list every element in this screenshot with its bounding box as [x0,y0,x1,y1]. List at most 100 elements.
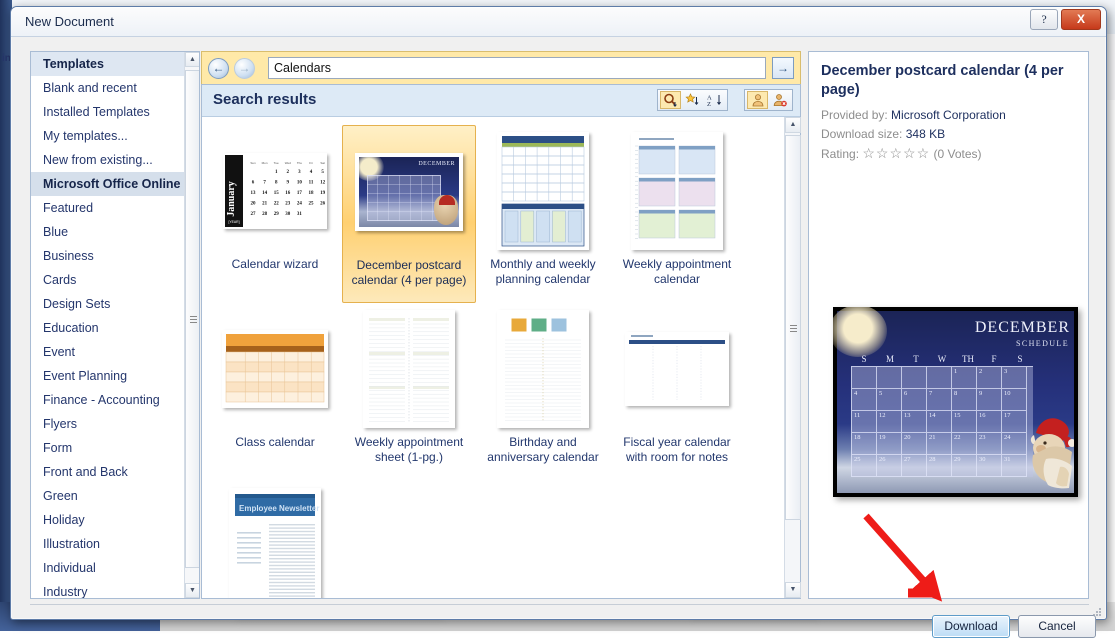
sidebar-scroll-up-icon[interactable]: ▲ [185,52,199,67]
results-scroll-down-icon[interactable]: ▼ [785,582,801,598]
template-thumbnail: January [YEAR] Sun Mon Tue Wed Thu Fri Sat 1 2 3 4 5 6… [223,131,327,251]
svg-text:Sun: Sun [250,161,256,165]
calendar-day-cell: 30 [977,455,1002,477]
search-sort-icon[interactable] [660,91,681,109]
calendar-day-cell: 7 [927,389,952,411]
sidebar-item-microsoft-office-online[interactable]: Microsoft Office Online [31,172,184,196]
sidebar-item-industry[interactable]: Industry [31,580,184,598]
search-navbar: ← → Calendars → [201,51,801,84]
alpha-sort-icon[interactable]: AZ [704,91,725,109]
svg-text:10: 10 [297,181,303,186]
preview-image: DECEMBER SCHEDULE S M T W TH F S 1 2 3 4 5 6 7 8 9 10 11… [833,307,1078,497]
forward-icon[interactable]: → [234,57,255,79]
calendar-day-cell [927,367,952,389]
calendar-day-cell: 25 [852,455,877,477]
template-thumbnail [497,131,589,251]
calendar-day-cell: 1 [952,367,977,389]
customer-toolbar [744,89,793,111]
search-results-title: Search results [213,91,317,108]
calendar-day-cell: 23 [977,433,1002,455]
sidebar-item-individual[interactable]: Individual [31,556,184,580]
sidebar-item-cards[interactable]: Cards [31,268,184,292]
customer-remove-icon[interactable] [769,91,790,109]
calendar-day-cell: 3 [1002,367,1027,389]
sidebar-item-finance-accounting[interactable]: Finance - Accounting [31,388,184,412]
results-scrollbar[interactable]: ▲ ▼ [784,117,801,598]
rating-sort-icon[interactable] [682,91,703,109]
calendar-day-cell: 2 [977,367,1002,389]
results-scroll-up-icon[interactable]: ▲ [785,117,801,133]
svg-text:Wed: Wed [285,161,291,165]
preview-panel: December postcard calendar (4 per page) … [808,51,1089,599]
cancel-button[interactable]: Cancel [1018,615,1096,638]
sidebar-item-event[interactable]: Event [31,340,184,364]
categories-list: Templates Blank and recent Installed Templ… [31,52,184,598]
preview-metadata: Provided by: Microsoft Corporation Downl… [821,106,1076,164]
categories-sidebar: Templates Blank and recent Installed Templ… [30,51,200,599]
template-thumbnail [222,309,328,429]
calendar-dow-cell: M [885,354,894,364]
template-label: Birthday and anniversary calendar [487,435,599,464]
calendar-day-cell: 15 [952,411,977,433]
calendar-week-row: 4 5 6 7 8 9 10 [852,389,1033,411]
template-thumbnail [625,309,729,429]
sidebar-item-event-planning[interactable]: Event Planning [31,364,184,388]
sidebar-item-form[interactable]: Form [31,436,184,460]
sidebar-item-blank-and-recent[interactable]: Blank and recent [31,76,184,100]
svg-text:Thu: Thu [297,161,303,165]
template-item[interactable]: Class calendar [208,303,342,481]
calendar-day-cell: 5 [877,389,902,411]
sidebar-item-education[interactable]: Education [31,316,184,340]
resize-grip-icon[interactable] [1092,607,1102,617]
close-button[interactable]: X [1061,9,1101,30]
customer-icon[interactable] [747,91,768,109]
template-item[interactable]: Employee Newsletter [208,481,342,598]
sidebar-item-holiday[interactable]: Holiday [31,508,184,532]
template-item[interactable]: Birthday and anniversary calendar [476,303,610,481]
svg-text:19: 19 [320,191,326,196]
sidebar-item-new-from-existing[interactable]: New from existing... [31,148,184,172]
template-item[interactable]: January [YEAR] Sun Mon Tue Wed Thu Fri Sat 1 2 3 4 5 6… [208,125,342,303]
sidebar-scrollbar[interactable]: ▲ ▼ [184,52,199,598]
sidebar-item-green[interactable]: Green [31,484,184,508]
sidebar-scroll-thumb[interactable] [185,70,199,568]
dialog-body: Templates Blank and recent Installed Templ… [11,37,1106,638]
rating-stars-icon[interactable]: ☆☆☆☆☆ [862,145,930,161]
calendar-day-cell: 14 [927,411,952,433]
download-size-row: Download size: 348 KB [821,125,1076,144]
calendar-dow-cell: W [937,354,947,364]
sidebar-scroll-down-icon[interactable]: ▼ [185,583,199,598]
sidebar-item-illustration[interactable]: Illustration [31,532,184,556]
back-icon[interactable]: ← [208,57,229,79]
sidebar-item-flyers[interactable]: Flyers [31,412,184,436]
search-go-icon[interactable]: → [772,57,794,79]
search-input[interactable]: Calendars [268,57,766,79]
sidebar-item-front-and-back[interactable]: Front and Back [31,460,184,484]
sidebar-item-installed-templates[interactable]: Installed Templates [31,100,184,124]
template-item-selected[interactable]: DECEMBER December postcard calendar (4 pe… [342,125,476,303]
help-button[interactable]: ? [1030,9,1058,30]
svg-text:January: January [226,181,237,217]
sidebar-item-featured[interactable]: Featured [31,196,184,220]
sidebar-item-business[interactable]: Business [31,244,184,268]
sidebar-item-blue[interactable]: Blue [31,220,184,244]
results-scroll-thumb[interactable] [785,135,801,520]
sidebar-item-templates[interactable]: Templates [31,52,184,76]
svg-text:12: 12 [320,181,326,186]
template-item[interactable]: Weekly appointment sheet (1-pg.) [342,303,476,481]
calendar-day-cell: 18 [852,433,877,455]
sidebar-item-design-sets[interactable]: Design Sets [31,292,184,316]
svg-text:Mon: Mon [262,161,268,165]
template-item[interactable]: Monthly and weekly planning calendar [476,125,610,303]
calendar-day-cell: 4 [852,389,877,411]
svg-text:Z: Z [707,101,711,107]
provided-by-row: Provided by: Microsoft Corporation [821,106,1076,125]
calendar-day-cell: 28 [927,455,952,477]
template-label: Monthly and weekly planning calendar [490,257,596,286]
template-item[interactable]: Weekly appointment calendar [610,125,744,303]
template-label: Weekly appointment calendar [622,257,732,286]
sidebar-item-my-templates[interactable]: My templates... [31,124,184,148]
download-button[interactable]: Download [932,615,1010,638]
template-label: Weekly appointment sheet (1-pg.) [354,435,464,464]
template-item[interactable]: Fiscal year calendar with room for notes [610,303,744,481]
